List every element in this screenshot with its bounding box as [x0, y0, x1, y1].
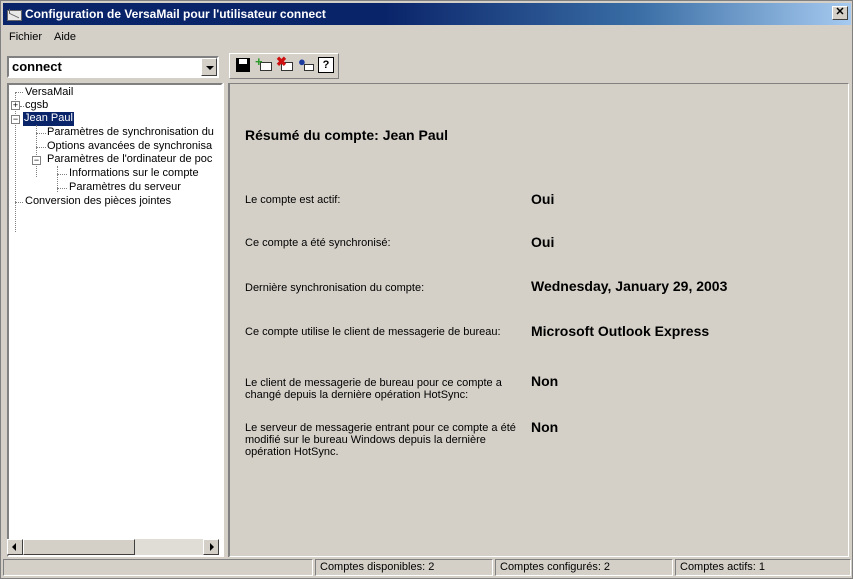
save-icon[interactable]	[234, 56, 252, 74]
scroll-left-icon[interactable]	[7, 539, 23, 555]
status-bar: Comptes disponibles: 2 Comptes configuré…	[3, 559, 851, 577]
tree-horizontal-scrollbar[interactable]	[7, 539, 219, 555]
delete-account-icon[interactable]: ✖	[276, 55, 294, 74]
row-active-label: Le compte est actif:	[245, 194, 341, 206]
menu-aide[interactable]: Aide	[48, 31, 82, 43]
app-window: Configuration de VersaMail pour l'utilis…	[0, 0, 853, 579]
tree-node-attachment-conversion[interactable]: Conversion des pièces jointes	[25, 195, 171, 209]
summary-title: Résumé du compte: Jean Paul	[245, 127, 449, 143]
row-server-changed-value: Non	[531, 419, 559, 435]
account-tree[interactable]: VersaMail + cgsb − Jean Paul Paramètres …	[7, 83, 223, 557]
status-available: Comptes disponibles: 2	[315, 559, 493, 576]
collapse-icon[interactable]: −	[11, 115, 20, 124]
tree-node-cgsb[interactable]: cgsb	[25, 99, 48, 113]
scroll-right-icon[interactable]	[203, 539, 219, 555]
status-configured: Comptes configurés: 2	[495, 559, 673, 576]
row-client-value: Microsoft Outlook Express	[531, 323, 710, 339]
menu-fichier[interactable]: Fichier	[3, 31, 48, 43]
tree-node-computer-params[interactable]: Paramètres de l'ordinateur de poc	[47, 153, 212, 167]
tree-node-jean-paul[interactable]: Jean Paul	[23, 112, 74, 126]
user-select-value: connect	[12, 59, 62, 74]
row-client-changed-label: Le client de messagerie de bureau pour c…	[245, 377, 502, 401]
tree-node-sync-params[interactable]: Paramètres de synchronisation du	[47, 126, 214, 140]
window-title: Configuration de VersaMail pour l'utilis…	[25, 7, 326, 21]
status-empty	[3, 559, 313, 576]
scroll-thumb[interactable]	[23, 539, 135, 555]
mail-icon	[7, 8, 22, 21]
user-account-icon[interactable]: ●	[297, 55, 315, 74]
expand-icon[interactable]: +	[11, 101, 20, 110]
row-synced-value: Oui	[531, 234, 555, 250]
row-synced-label: Ce compte a été synchronisé:	[245, 237, 391, 249]
close-button[interactable]: ✕	[832, 6, 848, 20]
tree-node-server-params[interactable]: Paramètres du serveur	[69, 181, 181, 195]
menu-bar: Fichier Aide	[3, 27, 82, 47]
status-active: Comptes actifs: 1	[675, 559, 851, 576]
tree-node-account-info[interactable]: Informations sur le compte	[69, 167, 199, 181]
row-client-label: Ce compte utilise le client de messageri…	[245, 326, 501, 338]
chevron-down-icon[interactable]	[201, 58, 217, 76]
account-summary-panel: Résumé du compte: Jean Paul Le compte es…	[229, 83, 849, 557]
help-icon[interactable]: ?	[318, 57, 334, 73]
tree-node-versamail[interactable]: VersaMail	[25, 86, 73, 100]
tree-node-advanced-sync[interactable]: Options avancées de synchronisa	[47, 140, 212, 154]
row-active-value: Oui	[531, 191, 555, 207]
row-client-changed-value: Non	[531, 373, 559, 389]
user-select[interactable]: connect	[7, 56, 219, 78]
row-last-sync-value: Wednesday, January 29, 2003	[531, 278, 728, 294]
row-last-sync-label: Dernière synchronisation du compte:	[245, 282, 425, 294]
title-bar[interactable]: Configuration de VersaMail pour l'utilis…	[3, 3, 851, 25]
toolbar: + ✖ ● ?	[229, 53, 339, 79]
collapse-icon[interactable]: −	[32, 156, 41, 165]
row-server-changed-label: Le serveur de messagerie entrant pour ce…	[245, 422, 516, 458]
add-account-icon[interactable]: +	[255, 55, 273, 74]
